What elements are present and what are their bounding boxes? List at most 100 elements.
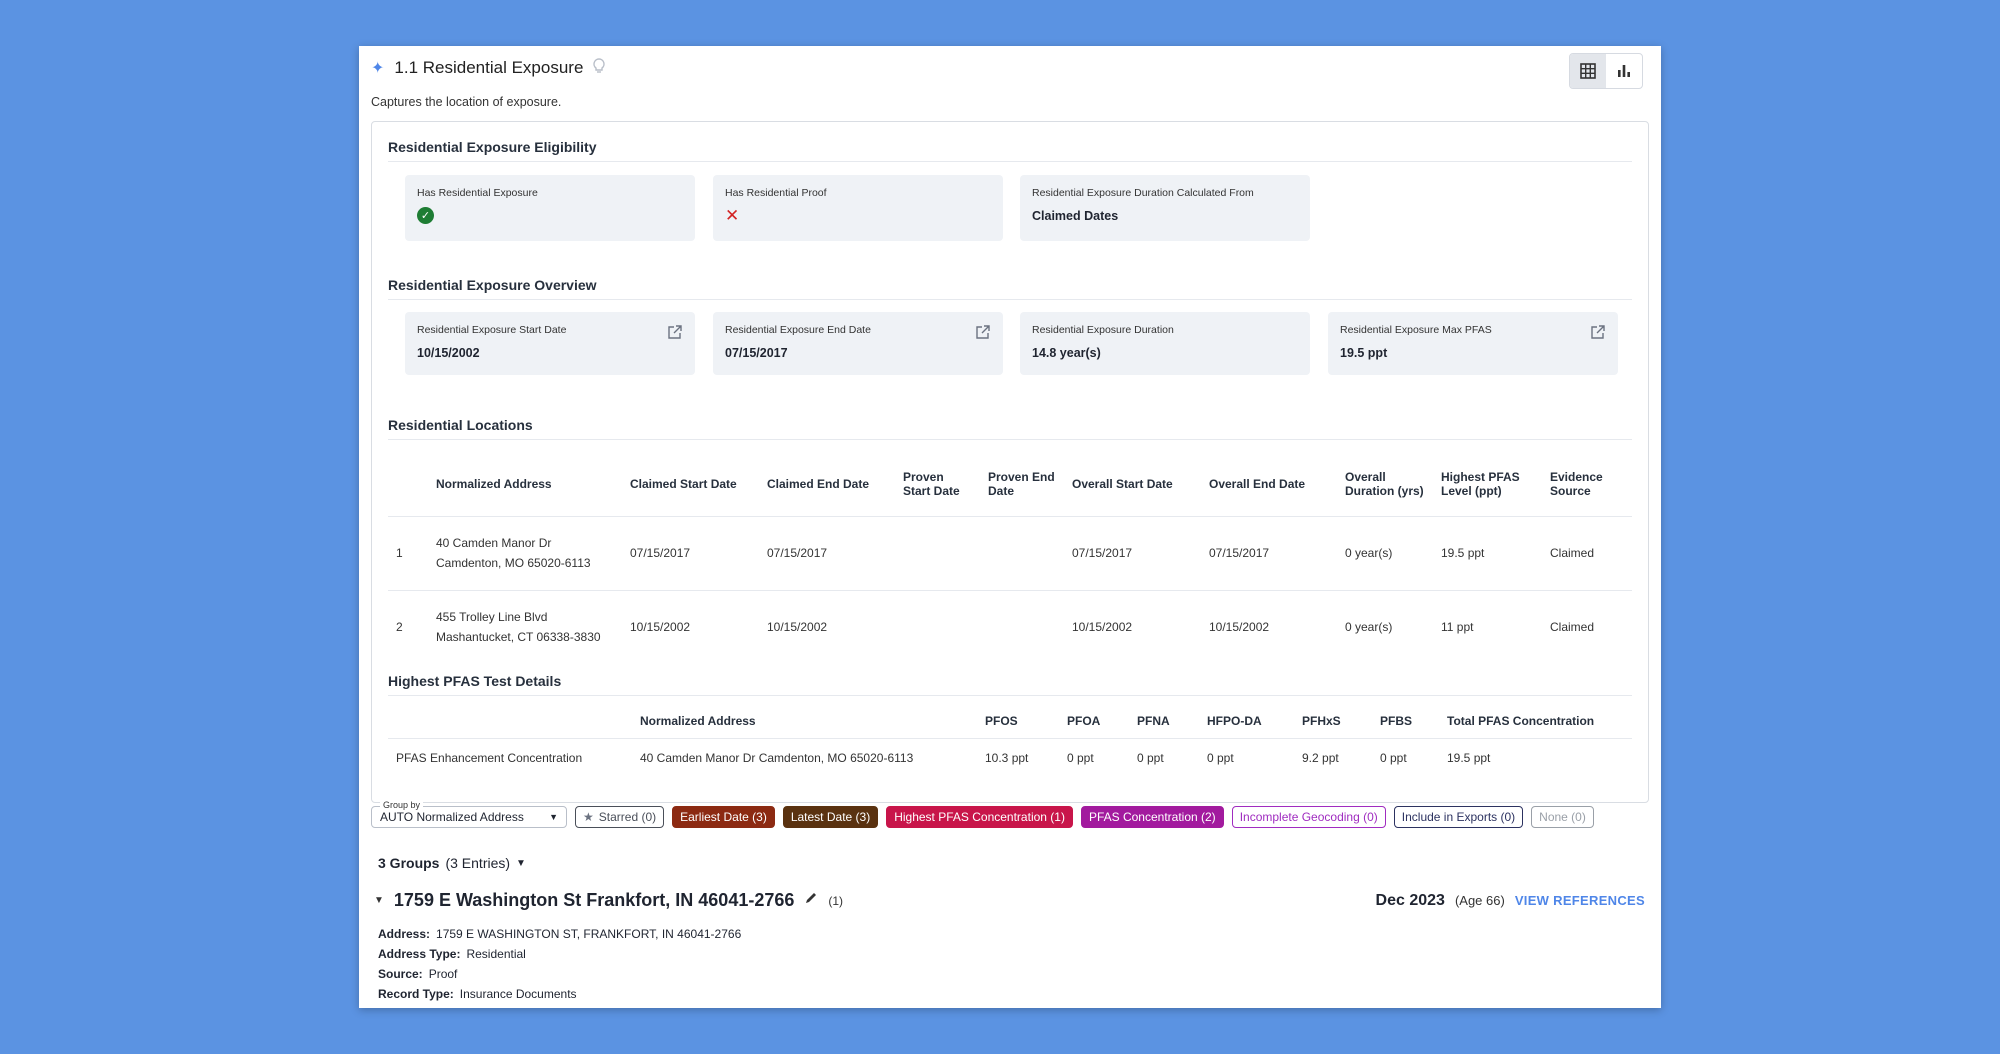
filter-bar: Group by AUTO Normalized Address ▼ ★ Sta…: [371, 800, 1594, 828]
column-header[interactable]: PFBS: [1372, 704, 1439, 738]
detail-label: Source:: [378, 967, 423, 981]
table-cell: 10/15/2002: [1201, 589, 1337, 664]
tile-value: 10/15/2002: [417, 346, 480, 360]
column-header[interactable]: PFOA: [1059, 704, 1129, 738]
detail-value: Proof: [428, 967, 458, 981]
view-toggle: [1569, 53, 1643, 89]
view-references-button[interactable]: VIEW REFERENCES: [1515, 893, 1645, 908]
group-by-value: AUTO Normalized Address: [380, 810, 524, 824]
column-header[interactable]: HFPO-DA: [1199, 704, 1294, 738]
pfas-test-table: Normalized Address PFOS PFOA PFNA HFPO-D…: [388, 704, 1632, 778]
group-age: (Age 66): [1454, 893, 1505, 908]
detail-value: Insurance Documents: [459, 987, 577, 1001]
table-cell: PFAS Enhancement Concentration: [388, 737, 632, 778]
column-header[interactable]: Claimed Start Date: [622, 452, 759, 516]
column-header[interactable]: Proven End Date: [980, 452, 1064, 516]
residential-exposure-card: ✦ 1.1 Residential Exposure Captures the …: [359, 46, 1661, 1008]
end-date-tile: Residential Exposure End Date 07/15/2017: [713, 312, 1003, 375]
lightbulb-icon[interactable]: [593, 58, 606, 78]
table-cell: [895, 515, 980, 590]
column-header[interactable]: Total PFAS Concentration: [1439, 704, 1632, 738]
table-cell: 10.3 ppt: [977, 737, 1059, 778]
table-cell: [980, 589, 1064, 664]
include-in-exports-chip[interactable]: Include in Exports (0): [1393, 806, 1524, 828]
table-cell: 19.5 ppt: [1439, 737, 1632, 778]
column-header[interactable]: Evidence Source: [1542, 452, 1632, 516]
table-cell: 10/15/2002: [622, 589, 759, 664]
chevron-down-icon[interactable]: ▼: [374, 895, 384, 906]
table-row[interactable]: 1 40 Camden Manor Dr Camdenton, MO 65020…: [388, 515, 1632, 590]
chip-label: PFAS Concentration (2): [1088, 810, 1216, 824]
group-meta: Dec 2023 (Age 66) VIEW REFERENCES: [1376, 892, 1645, 910]
column-header[interactable]: PFOS: [977, 704, 1059, 738]
none-chip[interactable]: None (0): [1531, 806, 1594, 828]
column-header[interactable]: Proven Start Date: [895, 452, 980, 516]
group-by-label: Group by: [380, 800, 424, 810]
group-by-select[interactable]: Group by AUTO Normalized Address ▼: [371, 800, 567, 828]
earliest-date-chip[interactable]: Earliest Date (3): [672, 806, 775, 828]
chip-label: Latest Date (3): [790, 810, 871, 824]
chip-label: None (0): [1539, 810, 1586, 824]
starred-chip[interactable]: ★ Starred (0): [575, 806, 665, 828]
column-header[interactable]: Overall Duration (yrs): [1337, 452, 1433, 516]
chip-label: Highest PFAS Concentration (1): [894, 810, 1065, 824]
star-icon: ★: [583, 810, 594, 824]
tile-value: 07/15/2017: [725, 346, 788, 360]
tile-value: Claimed Dates: [1032, 209, 1119, 223]
column-header: [388, 704, 632, 738]
grid-icon: [1580, 63, 1596, 79]
table-cell: Claimed: [1542, 515, 1632, 590]
close-icon: ✕: [725, 206, 740, 225]
table-cell: 0 year(s): [1337, 589, 1433, 664]
table-cell: 0 year(s): [1337, 515, 1433, 590]
has-residential-proof-tile: Has Residential Proof ✕: [713, 175, 1003, 241]
column-header[interactable]: Overall End Date: [1201, 452, 1337, 516]
column-header[interactable]: PFNA: [1129, 704, 1199, 738]
tile-label: Has Residential Proof: [725, 187, 827, 199]
tile-label: Residential Exposure Max PFAS: [1340, 324, 1492, 336]
column-header[interactable]: Claimed End Date: [759, 452, 895, 516]
table-view-button[interactable]: [1570, 54, 1606, 88]
duration-calculated-from-tile: Residential Exposure Duration Calculated…: [1020, 175, 1310, 241]
table-cell: 11 ppt: [1433, 589, 1542, 664]
highest-pfas-chip[interactable]: Highest PFAS Concentration (1): [886, 806, 1073, 828]
incomplete-geocoding-chip[interactable]: Incomplete Geocoding (0): [1231, 806, 1386, 828]
caret-down-icon: ▼: [516, 857, 526, 869]
groups-summary[interactable]: 3 Groups (3 Entries) ▼: [378, 855, 526, 871]
open-external-icon[interactable]: [1590, 324, 1606, 345]
column-header: [388, 452, 428, 516]
table-cell: [980, 515, 1064, 590]
open-external-icon[interactable]: [975, 324, 991, 345]
table-cell: Claimed: [1542, 589, 1632, 664]
detail-label: Address Type:: [378, 947, 461, 961]
card-header: ✦ 1.1 Residential Exposure: [371, 58, 606, 78]
column-header[interactable]: Normalized Address: [428, 452, 622, 516]
table-cell: 2: [388, 589, 428, 664]
column-header[interactable]: Overall Start Date: [1064, 452, 1201, 516]
column-header[interactable]: PFHxS: [1294, 704, 1372, 738]
table-cell: 0 ppt: [1199, 737, 1294, 778]
detail-value: 1759 E WASHINGTON ST, FRANKFORT, IN 4604…: [436, 927, 742, 941]
table-cell: 19.5 ppt: [1433, 515, 1542, 590]
detail-row: Address Type: Residential: [378, 944, 741, 964]
detail-row: Record Type: Insurance Documents: [378, 984, 741, 1004]
table-cell: 07/15/2017: [622, 515, 759, 590]
tile-label: Residential Exposure Start Date: [417, 324, 567, 336]
table-cell: 07/15/2017: [1064, 515, 1201, 590]
latest-date-chip[interactable]: Latest Date (3): [782, 806, 879, 828]
chart-view-button[interactable]: [1606, 54, 1642, 88]
group-address: 1759 E Washington St Frankfort, IN 46041…: [393, 890, 795, 910]
pencil-icon[interactable]: [804, 891, 818, 910]
tile-label: Residential Exposure Duration Calculated…: [1032, 187, 1254, 199]
column-header[interactable]: Highest PFAS Level (ppt): [1433, 452, 1542, 516]
chip-label: Earliest Date (3): [680, 810, 767, 824]
table-row[interactable]: PFAS Enhancement Concentration 40 Camden…: [388, 737, 1632, 778]
table-cell: 1: [388, 515, 428, 590]
pfas-concentration-chip[interactable]: PFAS Concentration (2): [1080, 806, 1224, 828]
group-header: ▼ 1759 E Washington St Frankfort, IN 460…: [374, 890, 843, 911]
table-row[interactable]: 2 455 Trolley Line Blvd Mashantucket, CT…: [388, 589, 1632, 664]
open-external-icon[interactable]: [667, 324, 683, 345]
tile-value: 14.8 year(s): [1032, 346, 1101, 360]
table-header-row: Normalized Address PFOS PFOA PFNA HFPO-D…: [388, 704, 1632, 738]
column-header[interactable]: Normalized Address: [632, 704, 977, 738]
